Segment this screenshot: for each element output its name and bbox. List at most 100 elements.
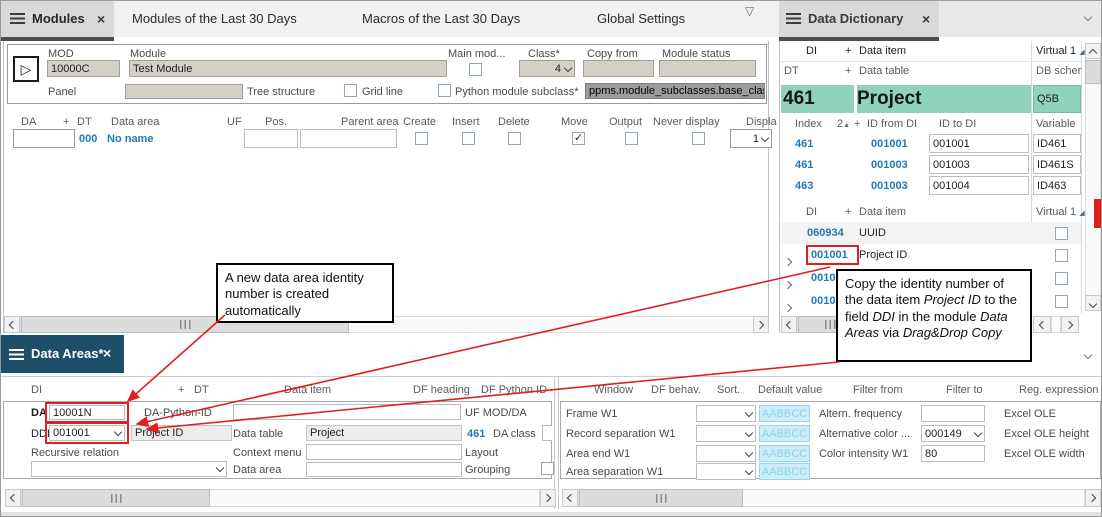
copy-from-field[interactable]	[583, 60, 654, 77]
tab-data-dictionary-label[interactable]: Data Dictionary	[808, 11, 903, 26]
tab-global-settings[interactable]: Global Settings	[597, 11, 685, 26]
alternative-color-select[interactable]: 000149	[921, 425, 985, 442]
virtual-checkbox[interactable]	[1055, 295, 1068, 308]
di-name-value[interactable]: Project ID	[859, 249, 907, 261]
frame-w1-select[interactable]	[696, 405, 756, 422]
index-header-plus[interactable]: +	[854, 118, 860, 130]
scroll-left-button[interactable]	[4, 316, 20, 333]
index-variable-cell[interactable]: ID461	[1033, 134, 1081, 153]
context-menu-field[interactable]	[306, 444, 462, 460]
index-cell[interactable]: 001001	[871, 138, 908, 150]
selected-table-name-cell[interactable]: Project	[857, 85, 1031, 113]
grouping-checkbox[interactable]	[541, 462, 554, 475]
move-checkbox[interactable]: ✓	[572, 132, 585, 145]
index-variable-cell[interactable]: ID463	[1033, 176, 1081, 195]
scroll-left-button[interactable]	[5, 489, 21, 507]
record-separation-color-chip[interactable]: AABBCC	[759, 425, 810, 442]
scroll-right-button[interactable]	[753, 316, 769, 333]
scroll-left-button[interactable]	[562, 489, 578, 507]
display-select[interactable]: 1	[730, 129, 772, 148]
class-select[interactable]: 4	[519, 60, 575, 77]
scroll-right-button[interactable]	[1085, 489, 1101, 507]
area-end-color-chip[interactable]: AABBCC	[759, 445, 810, 462]
recursive-relation-select[interactable]	[31, 461, 227, 477]
index-cell[interactable]: 001003	[871, 180, 908, 192]
scroll-right-button-2[interactable]	[1061, 316, 1079, 333]
scroll-up-button[interactable]	[1085, 43, 1101, 59]
scroll-right-button[interactable]	[540, 489, 556, 507]
tab-modules-label[interactable]: Modules	[32, 11, 85, 26]
tab-modules-last-30-days[interactable]: Modules of the Last 30 Days	[132, 11, 297, 26]
module-status-field[interactable]	[659, 60, 756, 77]
panel-field[interactable]	[125, 84, 243, 99]
record-separation-w1-select[interactable]	[696, 425, 756, 442]
python-subclass-checkbox[interactable]	[438, 84, 451, 97]
insert-checkbox[interactable]	[462, 132, 475, 145]
data-area-field[interactable]	[306, 462, 462, 477]
mod-field[interactable]: 10000C	[47, 60, 120, 77]
frame-w1-color-chip[interactable]: AABBCC	[759, 405, 810, 422]
index-variable-cell[interactable]: ID461S	[1033, 155, 1081, 174]
tab-macros-last-30-days[interactable]: Macros of the Last 30 Days	[362, 11, 520, 26]
da-field[interactable]: 10001N	[49, 405, 125, 420]
scrollbar-thumb[interactable]	[1085, 60, 1101, 84]
altern-frequency-field[interactable]	[921, 405, 985, 422]
menu-icon[interactable]	[9, 349, 24, 360]
da-class-field[interactable]	[542, 425, 552, 441]
scroll-down-button[interactable]	[1085, 295, 1101, 311]
grid-line-checkbox[interactable]	[344, 84, 357, 97]
index-cell[interactable]: 461	[795, 159, 813, 171]
run-module-button[interactable]: ▷	[13, 56, 39, 82]
scrollbar-thumb[interactable]	[579, 489, 743, 507]
virtual-checkbox[interactable]	[1055, 249, 1068, 262]
dd-header-plus[interactable]: +	[845, 45, 851, 57]
di-id-value[interactable]: 001001	[811, 249, 848, 261]
python-subclass-field[interactable]: ppms.module_subclasses.base_clas	[585, 83, 765, 99]
index-id-to-cell[interactable]: 001003	[929, 155, 1029, 174]
color-intensity-w1-field[interactable]: 80	[921, 445, 985, 462]
create-checkbox[interactable]	[415, 132, 428, 145]
di-id-value[interactable]: 0010	[811, 295, 835, 307]
index-cell[interactable]: 001003	[871, 159, 908, 171]
grid-da-input[interactable]	[13, 129, 75, 148]
grid-data-area-value[interactable]: No name	[107, 133, 153, 145]
area-separation-w1-select[interactable]	[696, 463, 756, 480]
virtual-checkbox[interactable]	[1055, 227, 1068, 240]
grid-header-plus[interactable]: +	[63, 116, 69, 128]
scrollbar-track-2[interactable]	[1051, 316, 1061, 333]
di-name-value[interactable]: UUID	[859, 227, 886, 239]
selected-table-schema-cell[interactable]: Q5B	[1033, 85, 1081, 113]
index-id-to-cell[interactable]: 001004	[929, 176, 1029, 195]
dd-header-plus2[interactable]: +	[845, 65, 851, 77]
area-end-w1-select[interactable]	[696, 445, 756, 462]
data-table-id[interactable]: 461	[467, 428, 485, 440]
scroll-left-button-2[interactable]	[1033, 316, 1051, 333]
grid-pos-input[interactable]	[300, 129, 397, 148]
menu-icon[interactable]	[786, 13, 801, 24]
collapse-chevron-icon[interactable]	[1085, 345, 1091, 363]
di-id-value[interactable]: 060934	[807, 227, 844, 239]
dd-header-virtual[interactable]: Virtual 1 ◢	[1036, 45, 1085, 57]
scrollbar-thumb[interactable]	[22, 489, 210, 507]
index-cell[interactable]: 461	[795, 138, 813, 150]
virtual-checkbox[interactable]	[1055, 272, 1068, 285]
never-display-checkbox[interactable]	[692, 132, 705, 145]
index-id-to-cell[interactable]: 001001	[929, 134, 1029, 153]
di-list-header-plus[interactable]: +	[845, 206, 851, 218]
output-checkbox[interactable]	[625, 132, 638, 145]
ddi-select[interactable]: 001001	[49, 425, 125, 441]
collapse-chevron-icon[interactable]	[1085, 7, 1091, 25]
module-field[interactable]: Test Module	[129, 60, 447, 77]
scroll-left-button[interactable]	[781, 316, 797, 333]
index-cell[interactable]: 463	[795, 180, 813, 192]
di-id-value[interactable]: 0010	[811, 272, 835, 284]
da-python-id-field[interactable]	[233, 404, 461, 420]
close-icon[interactable]: ×	[97, 12, 105, 26]
area-separation-color-chip[interactable]: AABBCC	[759, 463, 810, 480]
selected-table-id-cell[interactable]: 461	[781, 85, 854, 113]
tab-overflow-icon[interactable]: ▽	[745, 4, 754, 18]
tab-data-areas-label[interactable]: Data Areas*	[31, 346, 104, 361]
index-header-2[interactable]: 2▲	[837, 118, 850, 130]
expand-chevron-icon[interactable]	[785, 298, 793, 316]
da-header-plus[interactable]: +	[178, 384, 184, 396]
